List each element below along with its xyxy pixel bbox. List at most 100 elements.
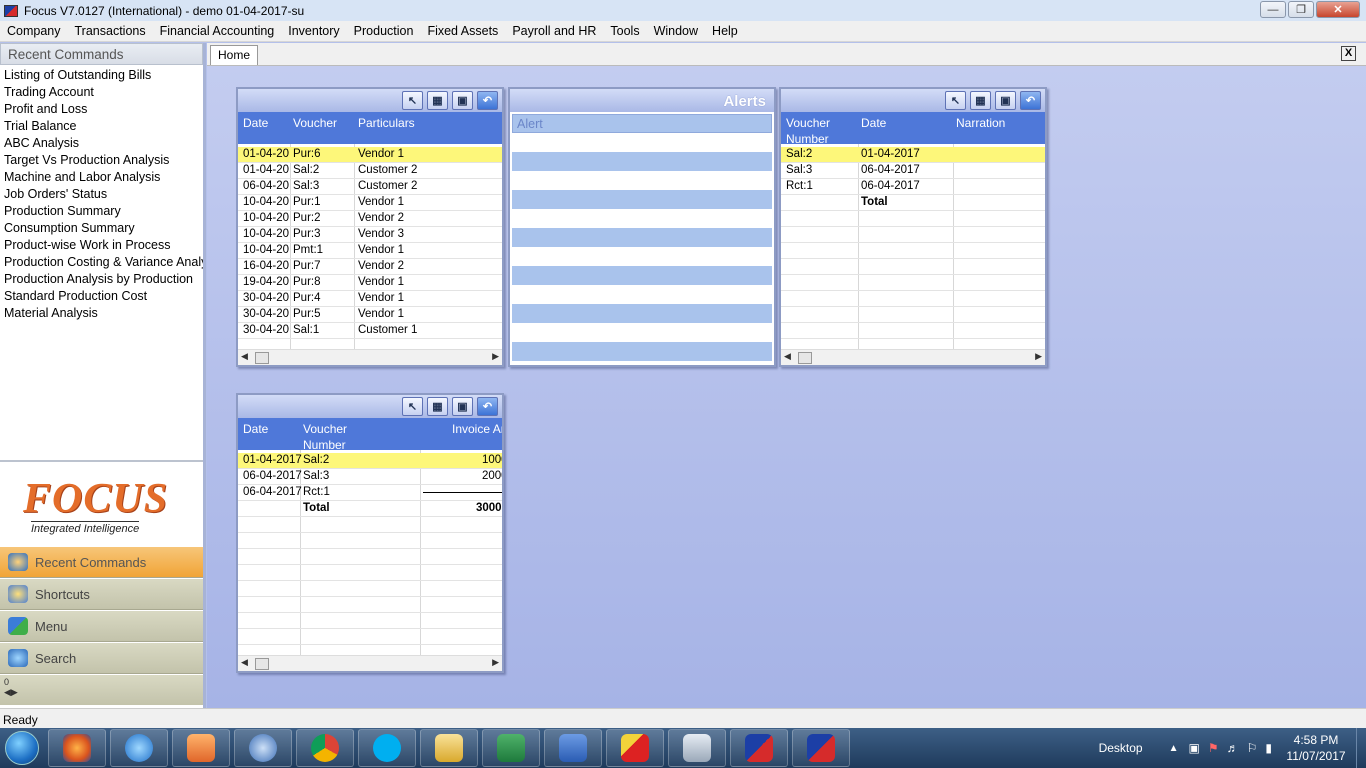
menu-payroll-hr[interactable]: Payroll and HR: [505, 24, 603, 38]
save-icon[interactable]: ▣: [452, 397, 473, 416]
recent-command-item[interactable]: ABC Analysis: [4, 135, 203, 152]
taskbar-excel[interactable]: [482, 729, 540, 767]
menu-inventory[interactable]: Inventory: [281, 24, 346, 38]
recent-command-item[interactable]: Target Vs Production Analysis: [4, 152, 203, 169]
save-icon[interactable]: ▣: [452, 91, 473, 110]
taskbar-skype[interactable]: [358, 729, 416, 767]
flag-icon[interactable]: ⚑: [1208, 741, 1219, 755]
column-header[interactable]: Date: [861, 115, 886, 131]
taskbar-focus-2[interactable]: [792, 729, 850, 767]
table-row[interactable]: 01-04-2017Sal:2Customer 2: [238, 163, 502, 179]
table-row[interactable]: Sal:3 06-04-2017: [781, 163, 1045, 179]
battery-icon[interactable]: ▮: [1265, 741, 1272, 755]
start-button[interactable]: [0, 728, 44, 768]
taskbar-media-player[interactable]: [172, 729, 230, 767]
column-header[interactable]: Date: [243, 115, 268, 131]
clock[interactable]: 4:58 PM 11/07/2017: [1276, 732, 1356, 764]
desktop-toolbar[interactable]: Desktop: [1099, 741, 1143, 755]
scroll-left-icon[interactable]: ◀: [241, 657, 248, 668]
tray-expand-icon[interactable]: ▲: [1169, 743, 1179, 754]
scroll-thumb[interactable]: [798, 352, 812, 364]
calendar-icon[interactable]: ▦: [970, 91, 991, 110]
taskbar-app-red[interactable]: [606, 729, 664, 767]
network-icon[interactable]: ▣: [1189, 741, 1200, 755]
taskbar-explorer[interactable]: [420, 729, 478, 767]
scroll-thumb[interactable]: [255, 352, 269, 364]
recent-command-item[interactable]: Production Summary: [4, 203, 203, 220]
table-row[interactable]: 06-04-2017 Rct:1: [238, 485, 502, 501]
tab-home[interactable]: Home: [210, 45, 259, 65]
taskbar-calculator[interactable]: [668, 729, 726, 767]
table-row[interactable]: 10-04-2017Pur:2Vendor 2: [238, 211, 502, 227]
column-header[interactable]: Invoice Amount: [452, 421, 502, 437]
nav-expand-arrows-icon[interactable]: ◀▶: [4, 687, 199, 698]
table-row[interactable]: 19-04-2017Pur:8Vendor 1: [238, 275, 502, 291]
table-row[interactable]: Sal:2 01-04-2017: [781, 147, 1045, 163]
table-row[interactable]: 10-04-2017Pmt:1Vendor 1: [238, 243, 502, 259]
calendar-icon[interactable]: ▦: [427, 397, 448, 416]
horizontal-scrollbar[interactable]: ◀ ▶: [238, 655, 502, 671]
refresh-icon[interactable]: ↶: [1020, 91, 1041, 110]
recent-command-item[interactable]: Profit and Loss: [4, 101, 203, 118]
recent-command-item[interactable]: Job Orders' Status: [4, 186, 203, 203]
recent-command-item[interactable]: Standard Production Cost: [4, 288, 203, 305]
pointer-icon[interactable]: ↖: [945, 91, 966, 110]
refresh-icon[interactable]: ↶: [477, 397, 498, 416]
menu-help[interactable]: Help: [705, 24, 745, 38]
table-row[interactable]: 30-04-2017Pur:4Vendor 1: [238, 291, 502, 307]
scroll-left-icon[interactable]: ◀: [784, 351, 791, 362]
table-row[interactable]: 10-04-2017Pur:1Vendor 1: [238, 195, 502, 211]
nav-recent-commands[interactable]: Recent Commands: [0, 547, 203, 578]
recent-command-item[interactable]: Machine and Labor Analysis: [4, 169, 203, 186]
recent-command-item[interactable]: Trial Balance: [4, 118, 203, 135]
action-center-icon[interactable]: ⚐: [1247, 741, 1258, 755]
horizontal-scrollbar[interactable]: ◀ ▶: [238, 349, 502, 365]
table-row[interactable]: 10-04-2017Pur:3Vendor 3: [238, 227, 502, 243]
recent-command-item[interactable]: Production Analysis by Production: [4, 271, 203, 288]
table-row[interactable]: 30-04-2017Pur:5Vendor 1: [238, 307, 502, 323]
taskbar-thunderbird[interactable]: [234, 729, 292, 767]
scroll-right-icon[interactable]: ▶: [492, 351, 499, 362]
nav-search[interactable]: Search: [0, 643, 203, 674]
recent-command-item[interactable]: Consumption Summary: [4, 220, 203, 237]
scroll-right-icon[interactable]: ▶: [492, 657, 499, 668]
table-row[interactable]: 06-04-2017Sal:32000: [238, 469, 502, 485]
taskbar-ie[interactable]: [110, 729, 168, 767]
minimize-button[interactable]: —: [1260, 1, 1286, 18]
horizontal-scrollbar[interactable]: ◀ ▶: [781, 349, 1045, 365]
pointer-icon[interactable]: ↖: [402, 91, 423, 110]
close-tab-button[interactable]: X: [1341, 46, 1356, 61]
menu-tools[interactable]: Tools: [603, 24, 646, 38]
show-desktop-button[interactable]: [1356, 728, 1366, 768]
menu-fixed-assets[interactable]: Fixed Assets: [420, 24, 505, 38]
menu-transactions[interactable]: Transactions: [68, 24, 153, 38]
column-header[interactable]: Narration: [956, 115, 1005, 131]
volume-icon[interactable]: ♬: [1227, 741, 1239, 755]
table-row[interactable]: 01-04-2017Sal:21000: [238, 453, 502, 469]
recent-command-item[interactable]: Production Costing & Variance Analysis: [4, 254, 203, 271]
taskbar-word[interactable]: [544, 729, 602, 767]
table-row[interactable]: Rct:1 06-04-2017: [781, 179, 1045, 195]
recent-command-item[interactable]: Trading Account: [4, 84, 203, 101]
table-row[interactable]: 06-04-2017Sal:3Customer 2: [238, 179, 502, 195]
pointer-icon[interactable]: ↖: [402, 397, 423, 416]
table-row[interactable]: 16-04-2017Pur:7Vendor 2: [238, 259, 502, 275]
table-row[interactable]: 30-04-2017Sal:1Customer 1: [238, 323, 502, 339]
scroll-left-icon[interactable]: ◀: [241, 351, 248, 362]
save-icon[interactable]: ▣: [995, 91, 1016, 110]
column-header[interactable]: Voucher: [293, 115, 337, 131]
scroll-right-icon[interactable]: ▶: [1035, 351, 1042, 362]
calendar-icon[interactable]: ▦: [427, 91, 448, 110]
taskbar-chrome[interactable]: [296, 729, 354, 767]
recent-command-item[interactable]: Material Analysis: [4, 305, 203, 322]
taskbar-focus-1[interactable]: [730, 729, 788, 767]
nav-menu[interactable]: Menu: [0, 611, 203, 642]
restore-button[interactable]: ❐: [1288, 1, 1314, 18]
menu-production[interactable]: Production: [347, 24, 421, 38]
recent-command-item[interactable]: Product-wise Work in Process: [4, 237, 203, 254]
nav-shortcuts[interactable]: Shortcuts: [0, 579, 203, 610]
column-header[interactable]: Voucher Number: [303, 421, 353, 453]
column-header[interactable]: Particulars: [358, 115, 415, 131]
column-header[interactable]: Voucher Number: [786, 115, 836, 147]
menu-financial-accounting[interactable]: Financial Accounting: [153, 24, 282, 38]
